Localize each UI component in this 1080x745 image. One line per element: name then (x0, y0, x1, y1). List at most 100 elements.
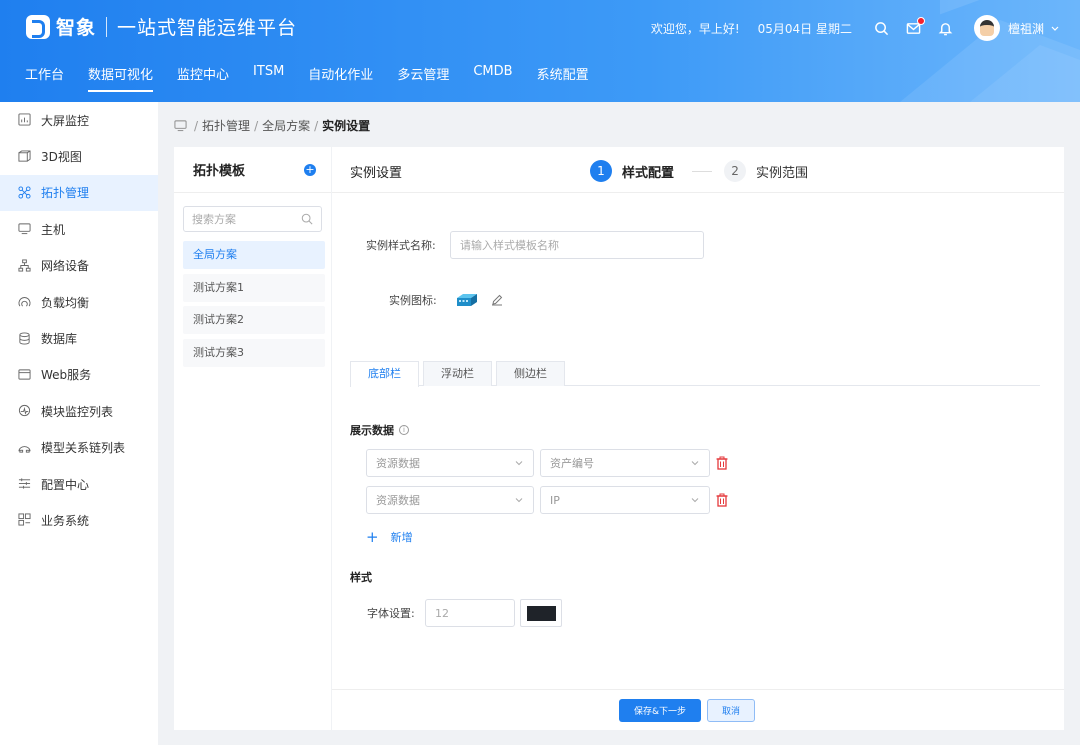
app-title: 一站式智能运维平台 (117, 17, 298, 39)
save-next-button[interactable]: 保存&下一步 (619, 699, 701, 722)
step-1-label: 样式配置 (622, 165, 675, 181)
brand-name: 智象 (56, 17, 97, 39)
list-item[interactable]: 测试方案3 (183, 338, 325, 367)
scheme-search-input[interactable] (192, 212, 292, 226)
icon-label: 实例图标: (389, 294, 437, 307)
top-navigation: 工作台 数据可视化 监控中心 ITSM 自动化作业 多云管理 CMDB 系统配置 (25, 64, 613, 92)
edit-icon[interactable] (491, 294, 503, 306)
tab-bottom-bar[interactable]: 底部栏 (350, 361, 419, 387)
breadcrumb-separator: / (314, 118, 319, 133)
database-icon (18, 331, 32, 346)
nav-cmdb[interactable]: CMDB (473, 64, 512, 92)
tab-floating-bar[interactable]: 浮动栏 (423, 361, 492, 386)
source-select-2[interactable]: 资源数据 (366, 486, 534, 514)
tabs: 底部栏 浮动栏 侧边栏 (350, 361, 1040, 387)
sidebar-item-web-service[interactable]: Web服务 (0, 357, 158, 393)
scheme-search-box (183, 206, 322, 232)
sliders-icon (18, 477, 32, 491)
plus-icon: + (366, 528, 379, 546)
style-name-input[interactable] (450, 231, 704, 259)
panel-footer: 保存&下一步 取消 (332, 689, 1064, 730)
source-select-value: 资源数据 (376, 457, 420, 470)
topology-icon (18, 186, 32, 200)
field-select-1[interactable]: 资产编号 (540, 449, 710, 477)
chevron-down-icon[interactable] (1050, 20, 1060, 36)
date-text: 05月04日 星期二 (757, 21, 852, 36)
field-select-value: 资产编号 (550, 457, 594, 470)
nav-data-visualization[interactable]: 数据可视化 (88, 64, 154, 92)
cancel-button[interactable]: 取消 (707, 699, 755, 722)
step-2-label: 实例范围 (756, 165, 809, 181)
search-icon[interactable] (874, 20, 890, 36)
source-select-1[interactable]: 资源数据 (366, 449, 534, 477)
switch-device-icon[interactable] (455, 292, 479, 308)
network-icon (18, 259, 32, 273)
sidebar-item-business-system[interactable]: 业务系统 (0, 502, 158, 538)
tab-side-bar[interactable]: 侧边栏 (496, 361, 565, 386)
avatar[interactable] (973, 15, 1000, 41)
sidebar-item-host[interactable]: 主机 (0, 211, 158, 247)
sidebar-item-load-balance[interactable]: 负载均衡 (0, 284, 158, 320)
nav-automation[interactable]: 自动化作业 (308, 64, 373, 92)
add-template-button[interactable]: + (304, 163, 316, 176)
logo-icon (26, 14, 50, 39)
delete-row-1-icon[interactable] (715, 456, 729, 470)
font-size-input[interactable] (425, 599, 515, 627)
nav-monitoring[interactable]: 监控中心 (177, 64, 229, 92)
add-row-button[interactable]: + 新增 (366, 528, 413, 546)
info-icon[interactable]: i (399, 425, 409, 435)
sidebar-item-label: Web服务 (41, 368, 92, 383)
home-icon[interactable] (174, 119, 187, 132)
name-row: 实例样式名称: (366, 231, 704, 259)
template-panel: 拓扑模板 + 全局方案 测试方案1 测试方案2 测试方案3 (174, 147, 331, 730)
search-icon[interactable] (301, 213, 313, 225)
chart-icon (18, 113, 32, 127)
gauge-icon (18, 404, 32, 418)
chevron-down-icon (514, 495, 524, 505)
sidebar-item-config-center[interactable]: 配置中心 (0, 466, 158, 502)
sidebar-item-network-device[interactable]: 网络设备 (0, 248, 158, 284)
mail-icon[interactable] (906, 17, 925, 36)
font-color-picker[interactable] (520, 599, 562, 627)
list-item[interactable]: 全局方案 (183, 241, 325, 269)
grid-icon (18, 513, 32, 527)
field-select-2[interactable]: IP (540, 486, 710, 514)
sidebar-item-big-screen[interactable]: 大屏监控 (0, 102, 158, 138)
sidebar-item-3d-view[interactable]: 3D视图 (0, 138, 158, 174)
nav-workbench[interactable]: 工作台 (25, 64, 64, 92)
scheme-list: 全局方案 测试方案1 测试方案2 测试方案3 (183, 241, 325, 367)
style-title: 样式 (350, 569, 372, 585)
username[interactable]: 檀祖渊 (1008, 20, 1044, 37)
chevron-down-icon (690, 495, 700, 505)
sidebar-item-module-monitor[interactable]: 模块监控列表 (0, 393, 158, 429)
monitor-icon (18, 222, 32, 236)
font-label: 字体设置: (367, 607, 415, 620)
breadcrumb-separator: / (254, 118, 259, 133)
sidebar-item-label: 主机 (41, 222, 66, 237)
breadcrumb-global-scheme[interactable]: 全局方案 (262, 117, 310, 134)
list-item[interactable]: 测试方案1 (183, 273, 325, 302)
nav-multicloud[interactable]: 多云管理 (397, 64, 449, 92)
chevron-down-icon (514, 458, 524, 468)
list-item[interactable]: 测试方案2 (183, 306, 325, 334)
instance-settings-panel: 实例设置 1 样式配置 2 实例范围 实例样式名称: 实例图标: 底部栏 浮动栏 (332, 147, 1064, 730)
name-label: 实例样式名称: (366, 239, 436, 252)
nav-system-config[interactable]: 系统配置 (537, 64, 589, 92)
breadcrumb: / 拓扑管理 / 全局方案 / 实例设置 (174, 117, 370, 134)
delete-row-2-icon[interactable] (715, 493, 729, 507)
breadcrumb-topology[interactable]: 拓扑管理 (202, 117, 250, 134)
icon-row: 实例图标: (389, 292, 503, 308)
sidebar-item-database[interactable]: 数据库 (0, 320, 158, 356)
sidebar-item-label: 数据库 (41, 332, 78, 347)
nav-itsm[interactable]: ITSM (253, 64, 284, 92)
sidebar-item-label: 配置中心 (41, 477, 90, 492)
app-logo[interactable]: 智象 一站式智能运维平台 (26, 13, 297, 40)
sidebar-item-topology[interactable]: 拓扑管理 (0, 174, 158, 212)
sidebar-item-model-relation[interactable]: 模型关系链列表 (0, 430, 158, 466)
bell-icon[interactable] (938, 20, 954, 36)
relation-icon (18, 441, 32, 455)
chevron-down-icon (690, 458, 700, 468)
font-color-swatch (526, 605, 556, 621)
field-select-value: IP (550, 493, 560, 507)
panel-header: 实例设置 1 样式配置 2 实例范围 (332, 147, 1064, 193)
